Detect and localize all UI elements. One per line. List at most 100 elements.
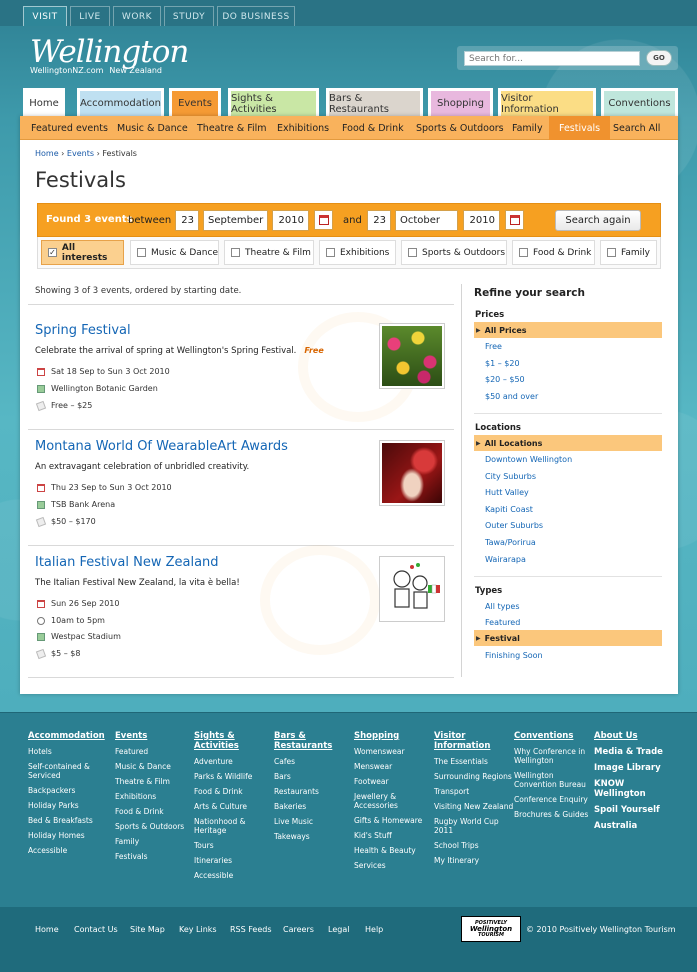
footer-link[interactable]: Australia <box>594 821 674 831</box>
subnav-food-drink[interactable]: Food & Drink <box>342 116 404 140</box>
footer-link[interactable]: Itineraries <box>194 856 274 865</box>
footer-link[interactable]: Transport <box>434 787 514 796</box>
event-thumbnail[interactable] <box>379 440 445 506</box>
footer-link[interactable]: Wellington Convention Bureau <box>514 771 594 789</box>
footer-heading[interactable]: Bars & Restaurants <box>274 731 354 751</box>
footer-link[interactable]: The Essentials <box>434 757 514 766</box>
nav-home[interactable]: Home <box>23 88 65 116</box>
footer-link[interactable]: Holiday Homes <box>28 831 108 840</box>
interest-music-dance[interactable]: Music & Dance <box>130 240 219 265</box>
breadcrumb-home[interactable]: Home <box>35 149 59 158</box>
from-calendar-icon[interactable] <box>314 210 333 230</box>
footer-link[interactable]: Holiday Parks <box>28 801 108 810</box>
filter-price-20-50[interactable]: $20 – $50 <box>485 375 525 384</box>
search-go-button[interactable]: GO <box>646 50 672 66</box>
footer-link[interactable]: Brochures & Guides <box>514 810 594 819</box>
nav-shopping[interactable]: Shopping <box>428 88 493 116</box>
footer-heading[interactable]: Sights & Activities <box>194 731 274 751</box>
toptab-study[interactable]: STUDY <box>164 6 214 26</box>
footer-heading[interactable]: Visitor Information <box>434 731 514 751</box>
footer-link[interactable]: Health & Beauty <box>354 846 434 855</box>
footer-link[interactable]: School Trips <box>434 841 514 850</box>
breadcrumb-events[interactable]: Events <box>67 149 94 158</box>
filter-location-wairarapa[interactable]: Wairarapa <box>485 555 526 564</box>
footer-link[interactable]: Cafes <box>274 757 354 766</box>
interest-exhibitions[interactable]: Exhibitions <box>319 240 396 265</box>
footer-link[interactable]: Parks & Wildlife <box>194 772 274 781</box>
interest-family[interactable]: Family <box>600 240 657 265</box>
toptab-work[interactable]: WORK <box>113 6 161 26</box>
subnav-family[interactable]: Family <box>512 116 543 140</box>
from-year-field[interactable]: 2010 <box>272 210 309 231</box>
event-title[interactable]: Spring Festival <box>35 323 131 338</box>
filter-price-50-over[interactable]: $50 and over <box>485 392 538 401</box>
toptab-live[interactable]: LIVE <box>70 6 110 26</box>
bottom-link-legal[interactable]: Legal <box>328 925 349 934</box>
interest-all[interactable]: ✓ All interests <box>41 240 124 265</box>
footer-link[interactable]: Menswear <box>354 762 434 771</box>
filter-all-locations[interactable]: ▶ All Locations <box>474 435 662 451</box>
nav-sights-activities[interactable]: Sights & Activities <box>228 88 319 116</box>
to-calendar-icon[interactable] <box>505 210 524 230</box>
filter-price-free[interactable]: Free <box>485 342 502 351</box>
subnav-festivals[interactable]: Festivals <box>549 116 611 140</box>
footer-link[interactable]: Arts & Culture <box>194 802 274 811</box>
subnav-exhibitions[interactable]: Exhibitions <box>277 116 329 140</box>
interest-sports-outdoors[interactable]: Sports & Outdoors <box>401 240 507 265</box>
footer-heading[interactable]: Accommodation <box>28 731 108 741</box>
footer-link[interactable]: Bakeries <box>274 802 354 811</box>
footer-heading[interactable]: Events <box>115 731 195 741</box>
bottom-link-help[interactable]: Help <box>365 925 383 934</box>
footer-link[interactable]: Image Library <box>594 763 674 773</box>
footer-link[interactable]: Rugby World Cup 2011 <box>434 817 514 835</box>
footer-link[interactable]: Kid's Stuff <box>354 831 434 840</box>
bottom-link-home[interactable]: Home <box>35 925 59 934</box>
footer-link[interactable]: KNOW Wellington <box>594 779 674 799</box>
footer-link[interactable]: Festivals <box>115 852 195 861</box>
footer-link[interactable]: Bars <box>274 772 354 781</box>
to-day-field[interactable]: 23 <box>367 210 391 231</box>
footer-link[interactable]: Adventure <box>194 757 274 766</box>
event-thumbnail[interactable] <box>379 556 445 622</box>
footer-link[interactable]: Visiting New Zealand <box>434 802 514 811</box>
footer-link[interactable]: Theatre & Film <box>115 777 195 786</box>
footer-link[interactable]: Food & Drink <box>194 787 274 796</box>
subnav-theatre-film[interactable]: Theatre & Film <box>197 116 267 140</box>
filter-type-all[interactable]: All types <box>485 602 520 611</box>
event-title[interactable]: Italian Festival New Zealand <box>35 555 219 570</box>
toptab-visit[interactable]: VISIT <box>23 6 67 26</box>
footer-link[interactable]: Live Music <box>274 817 354 826</box>
interest-food-drink[interactable]: Food & Drink <box>512 240 595 265</box>
footer-link[interactable]: Media & Trade <box>594 747 674 757</box>
event-thumbnail[interactable] <box>379 323 445 389</box>
footer-link[interactable]: Why Conference in Wellington <box>514 747 594 765</box>
nav-conventions[interactable]: Conventions <box>601 88 678 116</box>
filter-location-downtown[interactable]: Downtown Wellington <box>485 455 572 464</box>
footer-link[interactable]: Surrounding Regions <box>434 772 514 781</box>
footer-link[interactable]: Accessible <box>28 846 108 855</box>
footer-link[interactable]: Self-contained & Serviced <box>28 762 108 780</box>
nav-visitor-information[interactable]: Visitor Information <box>498 88 596 116</box>
footer-link[interactable]: Backpackers <box>28 786 108 795</box>
footer-link[interactable]: My Itinerary <box>434 856 514 865</box>
footer-link[interactable]: Jewellery & Accessories <box>354 792 434 810</box>
nav-events[interactable]: Events <box>169 88 221 116</box>
footer-link[interactable]: Hotels <box>28 747 108 756</box>
filter-type-finishing-soon[interactable]: Finishing Soon <box>485 651 543 660</box>
interest-theatre-film[interactable]: Theatre & Film <box>224 240 314 265</box>
search-input[interactable] <box>464 51 640 66</box>
footer-link[interactable]: Conference Enquiry <box>514 795 594 804</box>
footer-link[interactable]: Womenswear <box>354 747 434 756</box>
subnav-music-dance[interactable]: Music & Dance <box>117 116 188 140</box>
footer-link[interactable]: Spoil Yourself <box>594 805 674 815</box>
bottom-link-careers[interactable]: Careers <box>283 925 314 934</box>
from-month-field[interactable]: September <box>203 210 268 231</box>
to-year-field[interactable]: 2010 <box>463 210 500 231</box>
footer-link[interactable]: Tours <box>194 841 274 850</box>
footer-link[interactable]: Footwear <box>354 777 434 786</box>
footer-link[interactable]: Food & Drink <box>115 807 195 816</box>
wellington-logo[interactable]: Wellington WellingtonNZ.com New Zealand <box>30 36 189 86</box>
footer-link[interactable]: Services <box>354 861 434 870</box>
footer-link[interactable]: Gifts & Homeware <box>354 816 434 825</box>
filter-location-city-suburbs[interactable]: City Suburbs <box>485 472 536 481</box>
